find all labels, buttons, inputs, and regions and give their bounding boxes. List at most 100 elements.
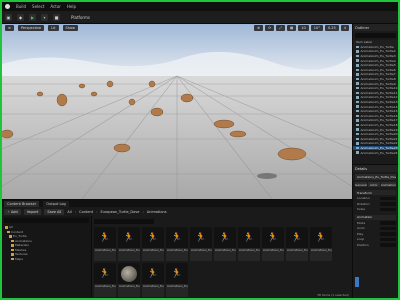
- details-scrollbar[interactable]: [355, 277, 359, 287]
- grid-snap-icon[interactable]: ▦: [286, 25, 297, 31]
- property-value-field[interactable]: [380, 237, 396, 241]
- outliner-row[interactable]: AnimalAnim_Eu_Turtle2: [353, 49, 398, 54]
- save-icon[interactable]: ▣: [5, 13, 12, 21]
- lit-button[interactable]: Lit: [48, 25, 59, 31]
- outliner-row[interactable]: AnimalAnim_Eu_Turtle11: [353, 90, 398, 96]
- outliner-row[interactable]: AnimalAnim_Eu_Turtle13: [353, 99, 398, 105]
- show-button[interactable]: Show: [62, 25, 78, 31]
- import-button[interactable]: Import: [23, 208, 42, 215]
- folder-icon: [11, 248, 14, 251]
- scale-snap-button[interactable]: 0.25: [324, 25, 339, 31]
- outliner-row[interactable]: AnimalAnim_Eu_Turtle22: [353, 141, 398, 146]
- outliner-row[interactable]: AnimalAnim_Eu_Turtle16: [353, 114, 398, 119]
- outliner-row[interactable]: AnimalAnim_Eu_Turtle17: [353, 118, 398, 123]
- menu-help[interactable]: Help: [67, 4, 76, 9]
- menu-actor[interactable]: Actor: [50, 4, 61, 9]
- folder-search-input[interactable]: [4, 218, 89, 223]
- menu-build[interactable]: Build: [16, 4, 26, 9]
- asset-tile[interactable]: 🏃Animations_Eu_Turtle_Dove_Fly: [94, 227, 116, 261]
- breadcrumb-animations[interactable]: Animations: [147, 210, 167, 214]
- asset-tile[interactable]: 🏃Animations_Eu_Turtle_Dove_Peck: [142, 263, 164, 297]
- asset-tile[interactable]: Animations_Eu_Turtle_Dove_Mat: [118, 263, 140, 297]
- outliner-row[interactable]: AnimalAnim_Eu_Turtle3: [353, 53, 398, 59]
- tab-content-browser[interactable]: Content Browser: [4, 200, 40, 207]
- asset-tile[interactable]: 🏃Animations_Eu_Turtle_Dove_Walk_Back: [310, 227, 332, 261]
- asset-tile[interactable]: 🏃Animations_Eu_Turtle_Dove_Walk_Fwd: [286, 227, 308, 261]
- outliner-row[interactable]: AnimalAnim_Eu_Turtle7: [353, 72, 398, 77]
- asset-tile[interactable]: 🏃Animations_Eu_Turtle_Dove_Turn: [262, 227, 284, 261]
- outliner-row[interactable]: AnimalAnim_Eu_Turtle6: [353, 68, 398, 73]
- rotate-icon[interactable]: ⟳: [265, 25, 275, 31]
- property-value-field[interactable]: [380, 196, 396, 200]
- outliner-row[interactable]: AnimalAnim_Eu_Turtle10: [353, 86, 398, 91]
- property-value-field[interactable]: [380, 232, 396, 236]
- details-property-row: Mode: [357, 221, 396, 226]
- perspective-button[interactable]: Perspective: [17, 25, 45, 31]
- outliner-row[interactable]: AnimalAnim_Eu_Turtle24: [353, 150, 398, 155]
- outliner-row[interactable]: AnimalAnim_Eu_Turtle21: [353, 136, 398, 142]
- outliner-row[interactable]: AnimalAnim_Eu_Turtle14: [353, 104, 398, 109]
- viewport-menu-button[interactable]: ≡: [5, 25, 14, 31]
- grid-size-button[interactable]: 10: [298, 25, 309, 31]
- menu-select[interactable]: Select: [32, 4, 44, 9]
- animation-icon: 🏃: [262, 227, 284, 248]
- save-all-button[interactable]: Save All: [44, 208, 65, 215]
- add-button[interactable]: + Add: [4, 208, 21, 215]
- outliner-row[interactable]: AnimalAnim_Eu_Turtle5: [353, 62, 398, 68]
- breadcrumb-all[interactable]: All: [67, 210, 71, 214]
- scale-icon[interactable]: ⤢: [276, 25, 285, 31]
- property-value-field[interactable]: [380, 202, 396, 206]
- property-value-field[interactable]: [380, 243, 396, 247]
- actor-icon: [356, 109, 359, 113]
- main-toolbar: ▣ ◆ ▶ ⏸ ■ Platforms: [2, 11, 398, 24]
- material-sphere-icon: [118, 263, 140, 284]
- outliner-search-input[interactable]: [355, 33, 396, 38]
- outliner-row[interactable]: AnimalAnim_Eu_Turtle: [353, 44, 398, 50]
- rotation-snap-button[interactable]: 10°: [310, 25, 323, 31]
- outliner-row[interactable]: AnimalAnim_Eu_Turtle20: [353, 132, 398, 137]
- asset-tile[interactable]: 🏃Animations_Eu_Turtle_Dove_Look: [94, 263, 116, 297]
- details-section-header[interactable]: Animation: [355, 214, 396, 220]
- play-button[interactable]: ▶: [29, 13, 36, 21]
- outliner-row[interactable]: AnimalAnim_Eu_Turtle18: [353, 123, 398, 128]
- app-logo-icon[interactable]: [5, 4, 10, 9]
- breadcrumb-turtle-dove[interactable]: European_Turtle_Dove: [100, 210, 139, 214]
- tab-animation[interactable]: Animation: [380, 182, 397, 187]
- property-value-field[interactable]: [380, 207, 396, 211]
- outliner-row[interactable]: AnimalAnim_Eu_Turtle12: [353, 95, 398, 100]
- asset-tile[interactable]: 🏃Animations_Eu_Turtle_Dove_Eat: [166, 227, 188, 261]
- tab-actor[interactable]: Actor: [367, 182, 380, 187]
- stop-button[interactable]: ■: [53, 13, 60, 21]
- folder-label: Animations: [15, 238, 32, 243]
- tab-general[interactable]: General: [355, 182, 367, 187]
- animation-icon: 🏃: [190, 227, 212, 248]
- outliner-row[interactable]: AnimalAnim_Eu_Turtle9: [353, 81, 398, 86]
- platforms-button[interactable]: Platforms: [71, 15, 90, 20]
- outliner-row[interactable]: AnimalAnim_Eu_Turtle23: [353, 145, 398, 151]
- tab-output-log[interactable]: Output Log: [43, 200, 69, 207]
- folder-item[interactable]: Maps: [11, 257, 91, 262]
- outliner-row[interactable]: AnimalAnim_Eu_Turtle4: [353, 58, 398, 63]
- property-value-field[interactable]: [380, 221, 396, 225]
- asset-search-input[interactable]: [94, 218, 154, 224]
- asset-tile[interactable]: 🏃Animations_Eu_Turtle_Dove_TakeOff: [238, 227, 260, 261]
- asset-tile[interactable]: 🏃Animations_Eu_Turtle_Dove_Idle: [118, 227, 140, 261]
- outliner-row[interactable]: AnimalAnim_Eu_Turtle19: [353, 127, 398, 132]
- dove: [213, 119, 235, 129]
- outliner-row[interactable]: AnimalAnim_Eu_Turtle15: [353, 108, 398, 114]
- viewport-toolbar: ≡ Perspective Lit Show ⊕ ⟳ ⤢ ▦ 10 10° 0.…: [2, 24, 352, 32]
- outliner-row[interactable]: AnimalAnim_Eu_Turtle8: [353, 77, 398, 82]
- asset-tile[interactable]: 🏃Animations_Eu_Turtle_Dove_Walk: [142, 227, 164, 261]
- details-section-header[interactable]: Transform: [355, 190, 396, 195]
- property-value-field[interactable]: [380, 226, 396, 230]
- asset-tile[interactable]: 🏃Animations_Eu_Turtle_Dove_Glide: [214, 227, 236, 261]
- mode-icon[interactable]: ◆: [17, 13, 24, 21]
- asset-tile[interactable]: 🏃Animations_Eu_Turtle_Dove_Land: [190, 227, 212, 261]
- level-viewport[interactable]: ≡ Perspective Lit Show ⊕ ⟳ ⤢ ▦ 10 10° 0.…: [2, 24, 352, 199]
- details-selected-actor[interactable]: Animations_Eu_Turtle_Dov: [355, 174, 396, 180]
- translate-icon[interactable]: ⊕: [254, 25, 264, 31]
- camera-speed-button[interactable]: 4: [340, 25, 349, 31]
- breadcrumb-content[interactable]: Content: [79, 210, 93, 214]
- asset-tile[interactable]: 🏃Animations_Eu_Turtle_Dove_Preen: [166, 263, 188, 297]
- pause-button[interactable]: ⏸: [41, 13, 48, 21]
